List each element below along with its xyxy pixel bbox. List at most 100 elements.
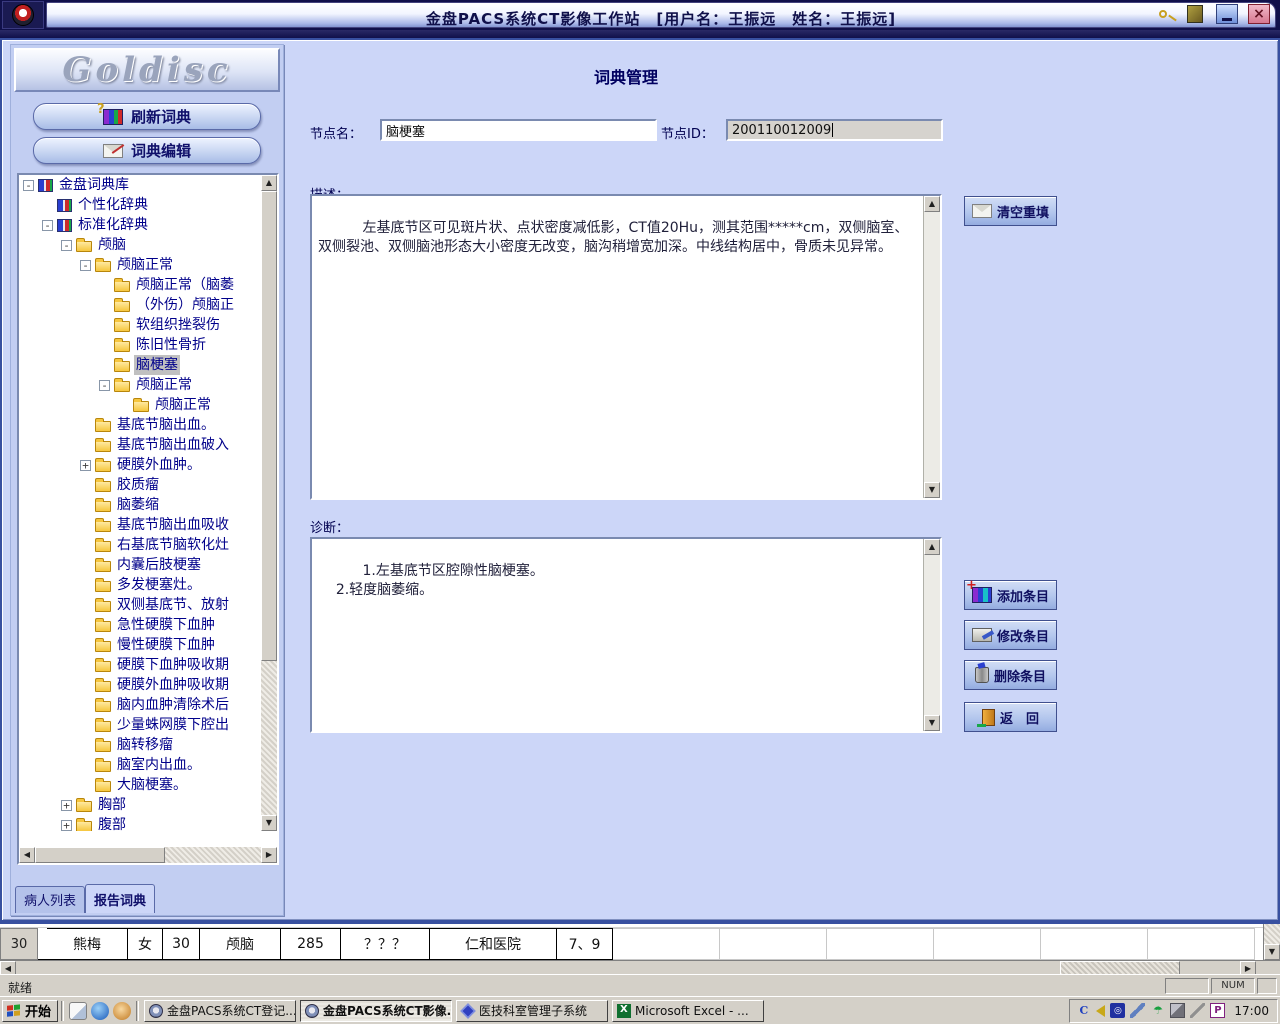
expand-plus-icon[interactable]: + [80,460,91,471]
tree-item[interactable]: 颅脑正常 [19,395,261,415]
refresh-dictionary-button[interactable]: 刷新词典 [33,103,261,130]
task-button[interactable]: 医技科室管理子系统 [456,1000,608,1022]
tree-item[interactable]: 胶质瘤 [19,475,261,495]
media-player-icon[interactable] [113,1002,131,1020]
delete-entry-button[interactable]: 删除条目 [964,660,1057,690]
close-button[interactable]: × [1248,4,1270,24]
tree-item[interactable]: （外伤）颅脑正 [19,295,261,315]
tree-hscroll-thumb[interactable] [35,847,165,863]
tree-item-label[interactable]: 硬膜下血肿吸收期 [115,655,231,675]
tree-item[interactable]: 基底节脑出血。 [19,415,261,435]
description-textarea[interactable]: 左基底节区可见斑片状、点状密度减低影，CT值20Hu，测其范围*****cm，双… [310,194,942,500]
add-entry-button[interactable]: 添加条目 [964,580,1057,610]
tree-item-label[interactable]: 软组织挫裂伤 [134,315,222,335]
excel-cell[interactable] [720,928,827,960]
scroll-down-icon[interactable]: ▼ [924,715,940,731]
excel-row-header[interactable]: 30 [0,928,38,960]
tree-horizontal-scrollbar[interactable]: ◀ ▶ [19,847,277,863]
tree-item-label[interactable]: 基底节脑出血。 [115,415,217,435]
tree-item-label[interactable]: 颅脑正常（脑萎 [134,275,236,295]
excel-cell[interactable] [613,928,720,960]
tree-item-label[interactable]: 内囊后肢梗塞 [115,555,203,575]
tree-item-label[interactable]: 双侧基底节、放射 [115,595,231,615]
tree-item-label[interactable]: 慢性硬膜下血肿 [115,635,217,655]
excel-cell[interactable] [1148,928,1255,960]
excel-cell[interactable] [827,928,934,960]
collapse-minus-icon[interactable]: - [61,240,72,251]
excel-vertical-scrollbar[interactable]: ▼ [1263,924,1280,960]
tree-item-label[interactable]: 脑萎缩 [115,495,161,515]
tree-item-label[interactable]: 脑梗塞 [134,355,180,375]
excel-cell[interactable] [934,928,1041,960]
tree-item[interactable]: 多发梗塞灶。 [19,575,261,595]
tree-item[interactable]: 软组织挫裂伤 [19,315,261,335]
excel-cell[interactable]: 30 [163,928,200,960]
edit-dictionary-button[interactable]: 词典编辑 [33,137,261,164]
tree-item-label[interactable]: 胶质瘤 [115,475,161,495]
tree-item[interactable]: 个性化辞典 [19,195,261,215]
tree-item[interactable]: 脑萎缩 [19,495,261,515]
excel-cell[interactable]: 仁和医院 [430,928,557,960]
tree-item-label[interactable]: 急性硬膜下血肿 [115,615,217,635]
tree-item[interactable]: 慢性硬膜下血肿 [19,635,261,655]
description-scrollbar[interactable]: ▲ ▼ [923,196,940,498]
tree-item-label[interactable]: 胸部 [96,795,128,815]
tree-vertical-scrollbar[interactable]: ▲ ▼ [261,175,277,831]
umbrella-icon[interactable]: ☂ [1150,1003,1165,1018]
network-monitor-icon[interactable]: ◎ [1110,1003,1125,1018]
tab-report-dictionary[interactable]: 报告词典 [85,884,155,913]
tree-vscroll-thumb[interactable] [261,191,277,661]
tree-item-label[interactable]: 基底节脑出血吸收 [115,515,231,535]
scroll-down-icon[interactable]: ▼ [261,815,277,831]
lan-icon[interactable] [1170,1003,1185,1018]
collapse-minus-icon[interactable]: - [23,180,34,191]
tree-item[interactable]: 硬膜下血肿吸收期 [19,655,261,675]
tree-item[interactable]: +硬膜外血肿。 [19,455,261,475]
tree-item-label[interactable]: 大脑梗塞。 [115,775,189,795]
tree-item[interactable]: -颅脑 [19,235,261,255]
excel-cell[interactable]: ？？？ [341,928,430,960]
tree-item[interactable]: 脑室内出血。 [19,755,261,775]
task-button[interactable]: Microsoft Excel - ... [612,1000,764,1022]
tree-item-label[interactable]: 颅脑正常 [115,255,175,275]
collapse-minus-icon[interactable]: - [42,220,53,231]
excel-cell[interactable]: 285 [281,928,341,960]
scroll-down-icon[interactable]: ▼ [1264,944,1280,960]
modify-entry-button[interactable]: 修改条目 [964,620,1057,650]
clear-refill-button[interactable]: 清空重填 [964,196,1057,226]
tree-item[interactable]: 大脑梗塞。 [19,775,261,795]
tree-item[interactable]: 内囊后肢梗塞 [19,555,261,575]
node-name-input[interactable]: 脑梗塞 [380,119,657,141]
tree-item-label[interactable]: 右基底节脑软化灶 [115,535,231,555]
tree-item[interactable]: 双侧基底节、放射 [19,595,261,615]
tree-item[interactable]: 脑转移瘤 [19,735,261,755]
expand-plus-icon[interactable]: + [61,820,72,831]
dialer-icon[interactable]: C [1076,1003,1091,1018]
tree-item[interactable]: +腹部 [19,815,261,831]
tree-item[interactable]: 颅脑正常（脑萎 [19,275,261,295]
tree-item-label[interactable]: 硬膜外血肿吸收期 [115,675,231,695]
tree-item[interactable]: 陈旧性骨折 [19,335,261,355]
tree-item-label[interactable]: 脑转移瘤 [115,735,175,755]
scroll-right-icon[interactable]: ▶ [261,847,277,863]
diagnosis-scrollbar[interactable]: ▲ ▼ [923,539,940,731]
volume-icon[interactable] [1096,1005,1105,1017]
tree-item[interactable]: 少量蛛网膜下腔出 [19,715,261,735]
excel-cell[interactable]: 颅脑 [200,928,281,960]
tree-item[interactable]: 脑内血肿清除术后 [19,695,261,715]
tree-item-label[interactable]: 颅脑正常 [153,395,213,415]
collapse-minus-icon[interactable]: - [99,380,110,391]
tree-item-label[interactable]: 标准化辞典 [76,215,150,235]
tree-item[interactable]: - 颅脑正常 [19,375,261,395]
collapse-minus-icon[interactable]: - [80,260,91,271]
task-button[interactable]: 金盘PACS系统CT登记... [144,1000,296,1022]
input-method-icon[interactable]: P [1210,1003,1225,1018]
scroll-down-icon[interactable]: ▼ [924,482,940,498]
start-button[interactable]: 开始 [2,1000,58,1022]
tree-item[interactable]: 脑梗塞 [19,355,261,375]
tree-item-label[interactable]: 陈旧性骨折 [134,335,208,355]
tree-item-label[interactable]: 颅脑正常 [134,375,194,395]
tree-item[interactable]: - 标准化辞典 [19,215,261,235]
tree-item-label[interactable]: （外伤）颅脑正 [134,295,236,315]
diagnosis-textarea[interactable]: 1.左基底节区腔隙性脑梗塞。 2.轻度脑萎缩。 ▲ ▼ [310,537,942,733]
